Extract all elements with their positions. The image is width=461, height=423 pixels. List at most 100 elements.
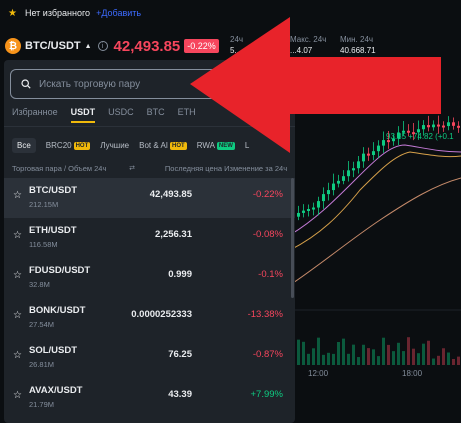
- volume-group: [292, 337, 460, 365]
- hot-badge: HOT: [170, 141, 187, 150]
- star-icon[interactable]: ★: [8, 8, 17, 19]
- volume-bar: [417, 353, 420, 365]
- search-box[interactable]: [10, 69, 288, 99]
- chip-brc20[interactable]: BRC20 HOT: [45, 141, 91, 150]
- candle-body: [422, 125, 425, 130]
- pair-header: ₿ BTC/USDT ▲ i 42,493.85 -0.22% 24ч Макс…: [0, 33, 461, 59]
- table-row[interactable]: ☆ AVAX/USDT 21.79M 43.39 +7.99%: [4, 378, 295, 418]
- candle-body: [297, 212, 300, 217]
- chip-label: Лучшие: [100, 141, 130, 150]
- chip-bot-ai[interactable]: Bot & AI HOT: [139, 141, 187, 150]
- star-outline-icon[interactable]: ☆: [13, 190, 22, 201]
- chip-more[interactable]: L: [245, 141, 249, 150]
- volume-bar: [312, 348, 315, 365]
- volume-bar: [437, 355, 440, 365]
- volume-bar: [387, 344, 390, 365]
- tab-usdt[interactable]: USDT: [70, 107, 96, 123]
- row-change: +7.99%: [250, 389, 284, 400]
- candle-body: [397, 132, 400, 139]
- row-last-price: 2,256.31: [155, 229, 192, 240]
- price-chart[interactable]: 93.85 +74.82 (+0.1 12:00 18:00: [290, 60, 461, 423]
- candle-body: [437, 124, 440, 127]
- candle-body: [347, 170, 350, 177]
- candle-body: [447, 122, 450, 127]
- caret-up-icon[interactable]: ▲: [85, 43, 92, 50]
- row-volume: 27.54M: [29, 320, 55, 329]
- candle-body: [357, 161, 360, 169]
- info-icon[interactable]: i: [97, 41, 108, 51]
- pair-selector[interactable]: BTC/USDT: [25, 40, 81, 52]
- volume-bar: [377, 356, 380, 365]
- row-symbol: SOL/USDT: [29, 345, 78, 356]
- no-favorites-text: Нет избранного: [24, 8, 91, 18]
- hot-badge: HOT: [73, 141, 91, 150]
- volume-bar: [427, 340, 430, 365]
- add-favorite-link[interactable]: +Добавить: [96, 8, 141, 18]
- table-row[interactable]: ☆ BONK/USDT 27.54M 0.0000252333 -13.38%: [4, 298, 295, 338]
- chip-top[interactable]: Лучшие: [100, 141, 129, 150]
- tab-usdc[interactable]: USDC: [108, 107, 134, 123]
- favorites-bar: ★ Нет избранного +Добавить: [0, 0, 461, 26]
- tab-favorites[interactable]: Избранное: [12, 107, 58, 123]
- candle-body: [452, 122, 455, 126]
- chip-all[interactable]: Все: [12, 138, 36, 153]
- candle-body: [307, 209, 310, 212]
- column-headers: Торговая пара / Объем 24ч ⇄ Последняя це…: [12, 164, 288, 173]
- ma-line: [290, 144, 461, 236]
- volume-bar: [332, 353, 335, 365]
- table-row[interactable]: ☆ FDUSD/USDT 32.8M 0.999 -0.1%: [4, 258, 295, 298]
- row-change: -0.1%: [258, 269, 283, 280]
- stat-value-volume: 5...: [230, 46, 242, 55]
- volume-bar: [302, 341, 305, 365]
- stat-value-low: 40.668.71: [340, 46, 376, 55]
- chip-label: BRC20: [45, 141, 72, 150]
- row-change: -0.22%: [252, 189, 283, 200]
- col-last-change[interactable]: Последняя цена Изменение за 24ч: [165, 164, 288, 173]
- search-icon: [21, 79, 31, 89]
- tabs-divider: [4, 126, 295, 127]
- row-volume: 32.8M: [29, 280, 50, 289]
- candle-body: [352, 168, 355, 171]
- volume-bar: [392, 351, 395, 365]
- candle-body: [312, 207, 315, 210]
- search-input[interactable]: [39, 78, 269, 90]
- candle-body: [402, 130, 405, 133]
- tab-btc[interactable]: BTC: [147, 107, 165, 123]
- time-label: 12:00: [308, 369, 329, 378]
- candle-body: [377, 145, 380, 152]
- candle-body: [337, 180, 340, 184]
- table-row[interactable]: ☆ BTC/USDT 212.15M 42,493.85 -0.22%: [4, 178, 295, 218]
- star-outline-icon[interactable]: ☆: [13, 270, 22, 281]
- volume-bar: [452, 358, 455, 365]
- star-outline-icon[interactable]: ☆: [13, 310, 22, 321]
- candle-body: [382, 140, 385, 146]
- col-pair-volume[interactable]: Торговая пара / Объем 24ч: [12, 164, 129, 173]
- candle-body: [362, 153, 365, 162]
- star-outline-icon[interactable]: ☆: [13, 390, 22, 401]
- candle-body: [387, 140, 390, 143]
- volume-bar: [327, 352, 330, 365]
- row-last-price: 0.999: [168, 269, 192, 280]
- table-row[interactable]: ☆ SOL/USDT 26.81M 76.25 -0.87%: [4, 338, 295, 378]
- new-badge: NEW: [216, 141, 235, 150]
- star-outline-icon[interactable]: ☆: [13, 230, 22, 241]
- sort-icon[interactable]: ⇄: [129, 164, 165, 173]
- table-row[interactable]: ☆ ETH/USDT 116.58M 2,256.31 -0.08%: [4, 218, 295, 258]
- volume-bar: [347, 353, 350, 365]
- tab-eth[interactable]: ETH: [178, 107, 196, 123]
- chart-price-label: 93.85 +74.82 (+0.1: [386, 132, 454, 141]
- volume-bar: [382, 337, 385, 365]
- candle-body: [407, 130, 410, 133]
- volume-bar: [457, 356, 460, 365]
- row-symbol: BONK/USDT: [29, 305, 86, 316]
- chip-rwa[interactable]: RWA NEW: [197, 141, 235, 150]
- row-change: -0.08%: [252, 229, 283, 240]
- volume-bar: [362, 344, 365, 365]
- row-last-price: 0.0000252333: [131, 309, 192, 320]
- row-change: -0.87%: [252, 349, 283, 360]
- list-scrollbar[interactable]: [291, 178, 294, 298]
- star-outline-icon[interactable]: ☆: [13, 350, 22, 361]
- ma-line: [290, 177, 461, 286]
- volume-bar: [322, 354, 325, 365]
- candle-body: [457, 125, 460, 128]
